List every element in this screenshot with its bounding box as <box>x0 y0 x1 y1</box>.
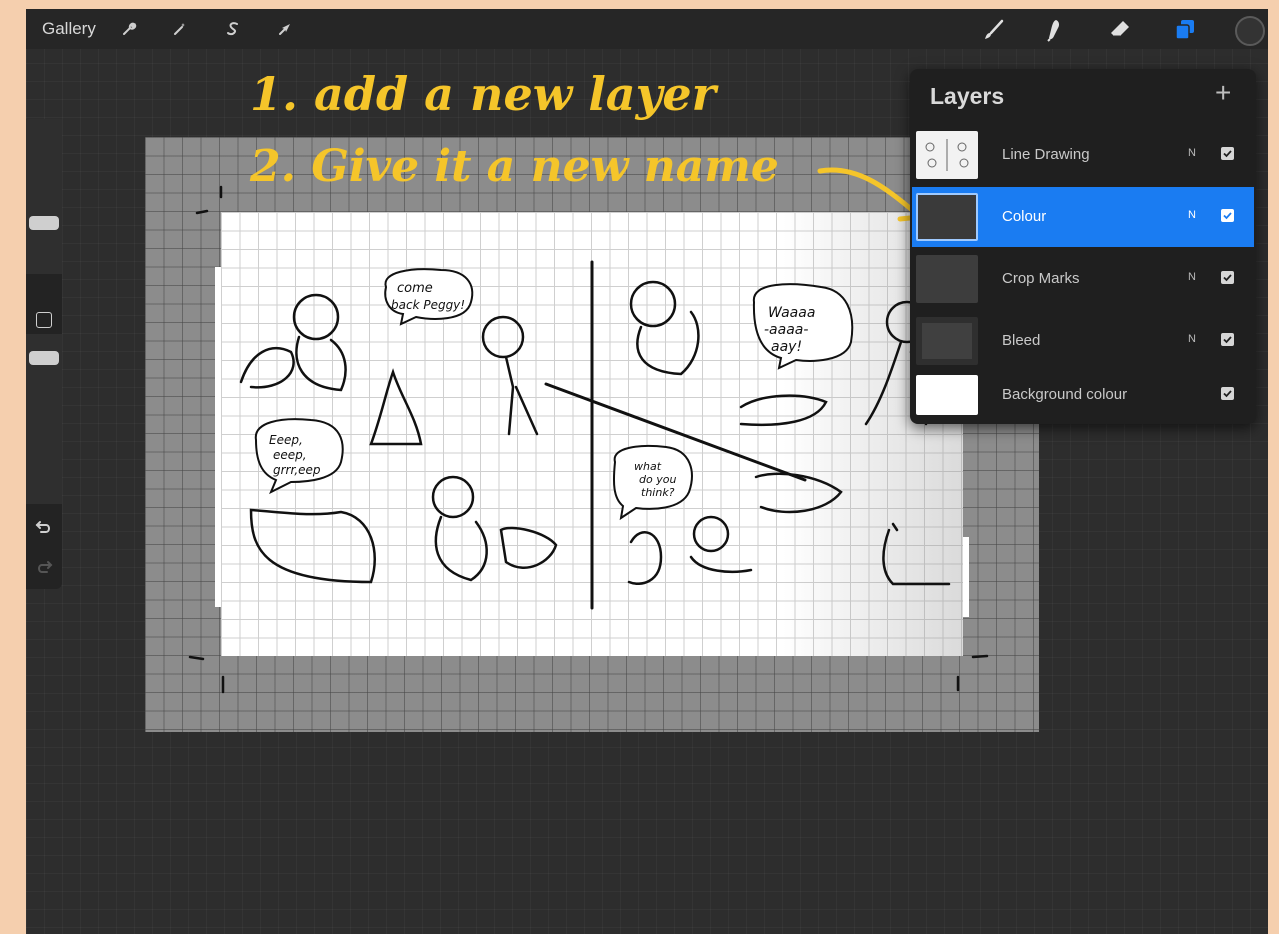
smudge-icon[interactable] <box>1039 15 1069 45</box>
layer-name[interactable]: Bleed <box>1002 332 1040 349</box>
layer-thumbnail <box>916 193 978 241</box>
layer-thumbnail <box>916 317 978 365</box>
blend-mode-label[interactable]: N <box>1188 271 1196 283</box>
layer-thumbnail <box>916 255 978 303</box>
blend-mode-label[interactable]: N <box>1188 147 1196 159</box>
selection-s-icon[interactable] <box>220 16 246 42</box>
opacity-slider[interactable] <box>26 334 62 504</box>
plus-icon[interactable]: + <box>1215 79 1231 107</box>
layer-visibility-checkbox[interactable] <box>1221 271 1234 284</box>
layers-icon[interactable] <box>1170 15 1200 45</box>
layer-row-colour[interactable]: Colour N <box>912 187 1254 247</box>
procreate-screen: Gallery come back Peggy! Waaaa -aaaa- aa… <box>26 9 1268 934</box>
layers-panel: Layers + Line Drawing N Colour N Crop Ma… <box>910 69 1256 424</box>
layer-visibility-checkbox[interactable] <box>1221 147 1234 160</box>
gallery-button[interactable]: Gallery <box>42 19 96 39</box>
layer-name[interactable]: Line Drawing <box>1002 146 1090 163</box>
opacity-thumb[interactable] <box>29 351 59 365</box>
layers-title: Layers <box>930 83 1005 109</box>
layer-thumbnail <box>916 131 978 179</box>
brush-size-thumb[interactable] <box>29 216 59 230</box>
blend-mode-label[interactable]: N <box>1188 333 1196 345</box>
layer-visibility-checkbox[interactable] <box>1221 209 1234 222</box>
brush-size-slider[interactable] <box>26 119 62 274</box>
layer-thumbnail <box>916 375 978 415</box>
undo-icon[interactable] <box>35 519 53 540</box>
layer-name[interactable]: Background colour <box>1002 386 1127 403</box>
magic-wand-icon[interactable] <box>167 16 193 42</box>
redo-icon[interactable] <box>35 559 53 580</box>
blend-mode-label[interactable]: N <box>1188 209 1196 221</box>
layer-name[interactable]: Crop Marks <box>1002 270 1080 287</box>
brush-icon[interactable] <box>979 15 1009 45</box>
layer-row-line-drawing[interactable]: Line Drawing N <box>912 125 1254 185</box>
transform-arrow-icon[interactable] <box>272 16 298 42</box>
left-sidebar <box>26 119 62 589</box>
layer-visibility-checkbox[interactable] <box>1221 333 1234 346</box>
layer-row-bleed[interactable]: Bleed N <box>912 311 1254 371</box>
wrench-icon[interactable] <box>116 16 142 42</box>
modify-square-icon[interactable] <box>36 312 52 328</box>
instruction-step-2: 2. Give it a new name <box>250 141 779 192</box>
eraser-icon[interactable] <box>1105 15 1135 45</box>
layer-name[interactable]: Colour <box>1002 208 1046 225</box>
layer-visibility-checkbox[interactable] <box>1221 387 1234 400</box>
instruction-step-1: 1. add a new layer <box>250 67 716 121</box>
layer-row-crop-marks[interactable]: Crop Marks N <box>912 249 1254 309</box>
color-picker-icon[interactable] <box>1235 16 1265 46</box>
top-toolbar: Gallery <box>26 9 1268 49</box>
layer-row-background-colour[interactable]: Background colour <box>912 369 1254 423</box>
